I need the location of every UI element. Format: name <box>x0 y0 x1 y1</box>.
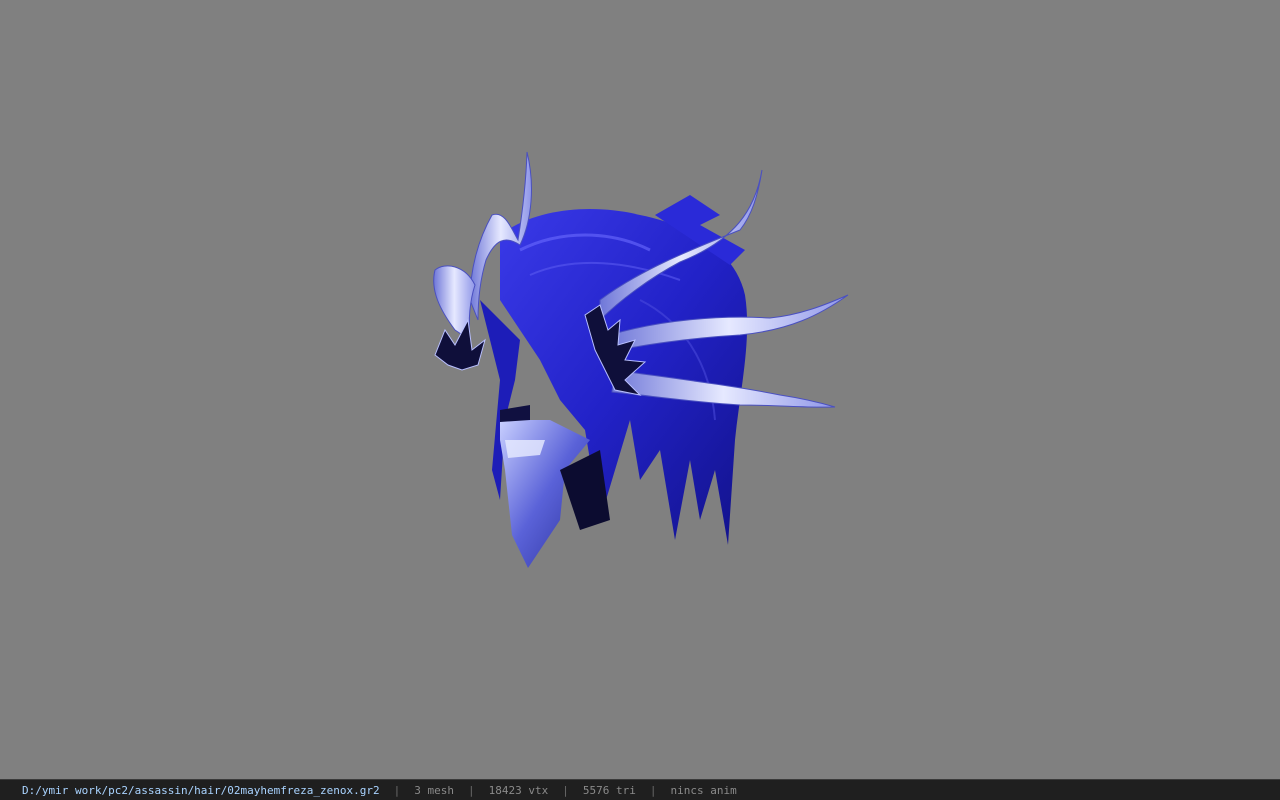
separator: | <box>649 783 657 797</box>
vertex-count: 18423 vtx <box>488 783 549 797</box>
3d-viewport[interactable] <box>0 0 1280 779</box>
separator: | <box>562 783 569 797</box>
status-bar: D:/ymir work/pc2/assassin/hair/02mayhemf… <box>0 779 1280 800</box>
hair-model-render[interactable] <box>0 0 1280 779</box>
separator: | <box>393 783 401 797</box>
mesh-count: 3 mesh <box>414 783 454 797</box>
triangle-count: 5576 tri <box>582 783 636 797</box>
file-path: D:/ymir work/pc2/assassin/hair/02mayhemf… <box>22 783 380 797</box>
separator: | <box>468 783 475 797</box>
animation-status: nincs anim <box>670 783 737 797</box>
